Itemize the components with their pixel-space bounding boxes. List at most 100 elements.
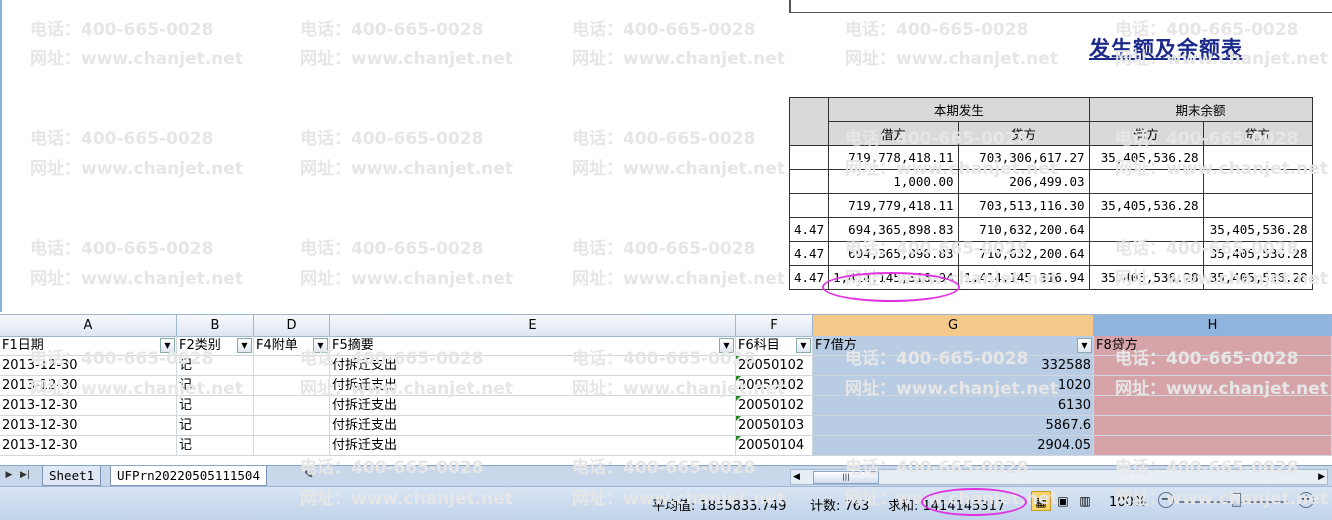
cell-debit[interactable]: 2904.05: [813, 436, 1094, 456]
normal-view-icon[interactable]: ▦: [1031, 491, 1051, 511]
report-cur-credit: 710,632,200.64: [957, 217, 1090, 242]
watermark-phone: 电话：400-665-0028: [572, 239, 756, 259]
horizontal-scrollbar[interactable]: ◀ ||| ▶: [790, 469, 1328, 485]
header-cell-credit[interactable]: F8贷方: [1094, 336, 1332, 356]
watermark-site: 网址：www.chanjet.net: [300, 49, 513, 69]
cell-date[interactable]: 2013-12-30: [0, 396, 177, 416]
report-cur-credit: 703,306,617.27: [957, 145, 1090, 170]
page-layout-view-icon[interactable]: ▣: [1053, 491, 1073, 511]
cell-debit[interactable]: 5867.6: [813, 416, 1094, 436]
report-col-debit: 借方: [828, 121, 959, 146]
cell-credit[interactable]: [1094, 356, 1332, 376]
cell-debit[interactable]: 6130: [813, 396, 1094, 416]
last-sheet-icon[interactable]: ▶|: [18, 468, 32, 483]
table-row: 2013-12-30 记 付拆迁支出 20050102 1020: [0, 376, 1332, 396]
sheet-tabs-bar: ▶ ▶| Sheet1 UFPrn20220505111504 ✎ ◀ ||| …: [0, 465, 1332, 486]
cell-debit[interactable]: 332588: [813, 356, 1094, 376]
watermark-phone: 电话：400-665-0028: [30, 20, 214, 40]
cell-account-value: 20050102: [738, 398, 805, 413]
column-header-f[interactable]: F: [736, 315, 813, 336]
watermark-phone: 电话：400-665-0028: [572, 20, 756, 40]
filter-dropdown-icon[interactable]: ▼: [1077, 338, 1092, 353]
cell-account[interactable]: 20050104: [736, 436, 813, 456]
cell-summary[interactable]: 付拆迁支出: [330, 436, 736, 456]
cell-date[interactable]: 2013-12-30: [0, 436, 177, 456]
header-cell-summary[interactable]: F5摘要 ▼: [330, 336, 736, 356]
header-cell-type[interactable]: F2类别 ▼: [177, 336, 254, 356]
cell-credit[interactable]: [1094, 416, 1332, 436]
filter-dropdown-icon[interactable]: ▼: [237, 338, 252, 353]
column-header-e[interactable]: E: [330, 315, 736, 336]
cell-account[interactable]: 20050102: [736, 396, 813, 416]
prev-sheet-icon[interactable]: ▶: [2, 468, 16, 483]
table-row: 2013-12-30 记 付拆迁支出 20050102 6130: [0, 396, 1332, 416]
report-end-debit: 35,405,536.28: [1088, 265, 1204, 290]
cell-credit[interactable]: [1094, 396, 1332, 416]
cell-summary[interactable]: 付拆迁支出: [330, 416, 736, 436]
cell-attachments[interactable]: [254, 436, 330, 456]
report-end-debit: 35,405,536.28: [1088, 145, 1204, 170]
cell-attachments[interactable]: [254, 356, 330, 376]
cell-account[interactable]: 20050103: [736, 416, 813, 436]
column-header-b[interactable]: B: [177, 315, 254, 336]
column-header-a[interactable]: A: [0, 315, 177, 336]
page-break-view-icon[interactable]: ▥: [1075, 491, 1095, 511]
cell-summary[interactable]: 付拆迁支出: [330, 376, 736, 396]
header-cell-debit[interactable]: F7借方 ▼: [813, 336, 1094, 356]
table-row: 2013-12-30 记 付拆迁支出 20050102 332588: [0, 356, 1332, 376]
report-col-credit: 贷方: [957, 121, 1090, 146]
cell-summary[interactable]: 付拆迁支出: [330, 356, 736, 376]
cell-date[interactable]: 2013-12-30: [0, 356, 177, 376]
tab-ufprn[interactable]: UFPrn20220505111504: [110, 466, 267, 486]
watermark-phone: 电话：400-665-0028: [30, 239, 214, 259]
cell-attachments[interactable]: [254, 376, 330, 396]
status-average: 平均值: 1855833.749: [652, 499, 787, 514]
report-title: 发生额及余额表: [1089, 36, 1243, 61]
header-label: F4附单: [256, 338, 298, 353]
cell-credit[interactable]: [1094, 376, 1332, 396]
report-row: 4.47 694,365,898.83 710,632,200.64 35,40…: [788, 217, 1313, 242]
cell-debit[interactable]: 1020: [813, 376, 1094, 396]
scroll-thumb[interactable]: |||: [813, 471, 879, 484]
cell-account[interactable]: 20050102: [736, 376, 813, 396]
zoom-out-icon[interactable]: −: [1158, 492, 1174, 508]
report-row: 1,000.00 206,499.03: [788, 169, 1313, 194]
cell-type[interactable]: 记: [177, 416, 254, 436]
cell-account[interactable]: 20050102: [736, 356, 813, 376]
zoom-in-icon[interactable]: +: [1298, 492, 1314, 508]
cell-credit[interactable]: [1094, 436, 1332, 456]
report-end-debit: [1088, 217, 1204, 242]
cell-attachments[interactable]: [254, 416, 330, 436]
report-table: 本期发生 期末余额 借方 贷方 借方 贷方 719,778,418.11 703…: [788, 97, 1313, 290]
cell-date[interactable]: 2013-12-30: [0, 416, 177, 436]
header-cell-account[interactable]: F6科目 ▼: [736, 336, 813, 356]
cell-date[interactable]: 2013-12-30: [0, 376, 177, 396]
cell-attachments[interactable]: [254, 396, 330, 416]
cell-type[interactable]: 记: [177, 396, 254, 416]
filter-dropdown-icon[interactable]: ▼: [796, 338, 811, 353]
header-cell-date[interactable]: F1日期 ▼: [0, 336, 177, 356]
cell-type[interactable]: 记: [177, 436, 254, 456]
tab-sheet1[interactable]: Sheet1: [42, 466, 102, 486]
filter-dropdown-icon[interactable]: ▼: [160, 338, 175, 353]
column-header-d[interactable]: D: [254, 315, 330, 336]
cell-type[interactable]: 记: [177, 356, 254, 376]
filter-dropdown-icon[interactable]: ▼: [313, 338, 328, 353]
report-border: [789, 12, 1332, 13]
header-cell-attachments[interactable]: F4附单 ▼: [254, 336, 330, 356]
report-row: 719,778,418.11 703,306,617.27 35,405,536…: [788, 145, 1313, 170]
column-header-g[interactable]: G: [813, 315, 1094, 336]
insert-sheet-icon[interactable]: ✎: [298, 467, 320, 483]
scroll-right-icon[interactable]: ▶: [1318, 470, 1325, 484]
status-bar: 平均值: 1855833.749 计数: 763 求和: 1414145317 …: [0, 486, 1332, 520]
watermark-phone: 电话：400-665-0028: [300, 20, 484, 40]
zoom-level[interactable]: 100%: [1109, 495, 1146, 510]
watermark-site: 网址：www.chanjet.net: [30, 269, 243, 289]
cell-summary[interactable]: 付拆迁支出: [330, 396, 736, 416]
cell-type[interactable]: 记: [177, 376, 254, 396]
scroll-left-icon[interactable]: ◀: [793, 470, 800, 484]
filter-dropdown-icon[interactable]: ▼: [719, 338, 734, 353]
zoom-slider-handle[interactable]: [1232, 493, 1241, 507]
report-col-credit: 贷方: [1202, 121, 1313, 146]
column-header-h[interactable]: H: [1094, 315, 1332, 336]
